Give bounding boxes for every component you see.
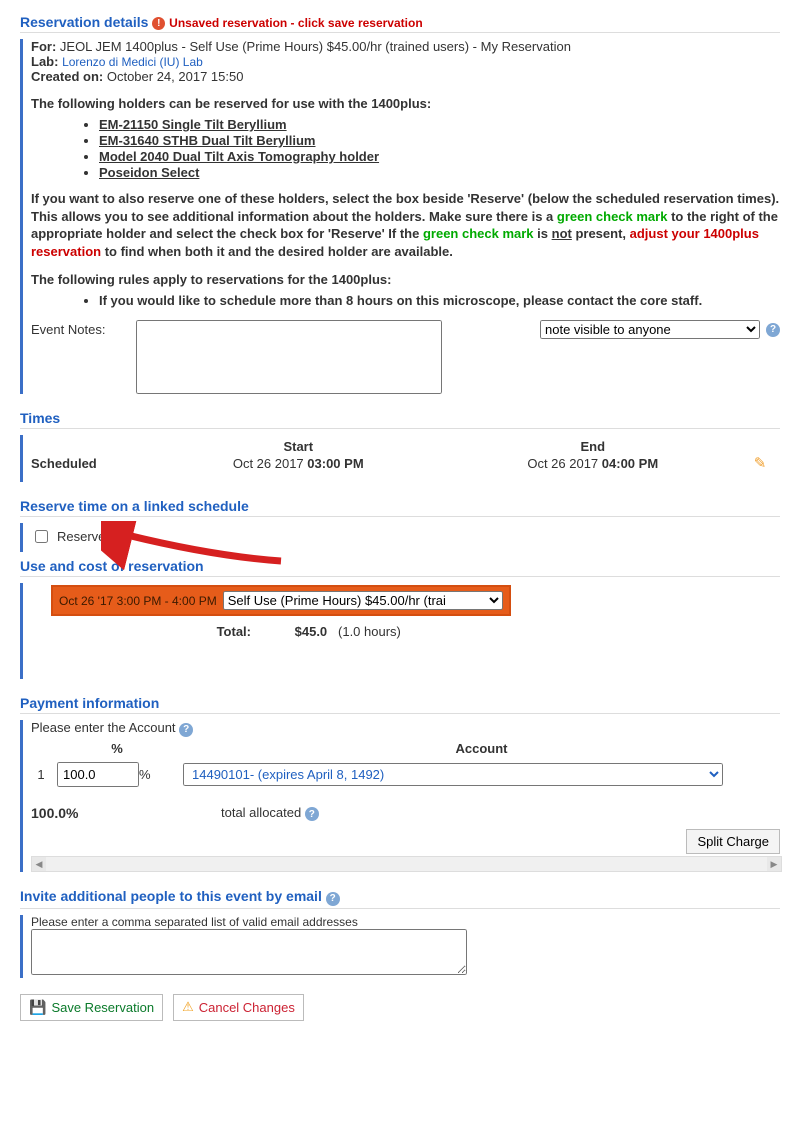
warning-icon: ⚠ [182, 999, 194, 1015]
help-icon[interactable]: ? [179, 723, 193, 737]
holders-list: EM-21150 Single Tilt Beryllium EM-31640 … [59, 117, 780, 180]
end-date: Oct 26 2017 [527, 456, 601, 471]
cancel-changes-button[interactable]: ⚠ Cancel Changes [173, 994, 304, 1021]
created-value: October 24, 2017 15:50 [103, 69, 243, 84]
help-icon[interactable]: ? [326, 892, 340, 906]
unsaved-warning: Unsaved reservation - click save reserva… [169, 16, 422, 30]
edit-times-icon[interactable]: ✎ [740, 454, 780, 472]
holder-item[interactable]: Poseidon Select [99, 165, 780, 180]
split-charge-button[interactable]: Split Charge [686, 829, 780, 854]
reservation-details-title: Reservation details ! Unsaved reservatio… [20, 14, 780, 30]
disk-icon: 💾 [29, 999, 46, 1016]
total-label: Total: [151, 624, 251, 639]
payment-title: Payment information [20, 695, 780, 711]
allocated-pct: 100.0% [31, 805, 161, 821]
linked-schedule-title: Reserve time on a linked schedule [20, 498, 780, 514]
total-value: $45.0 [295, 624, 328, 639]
event-notes-label: Event Notes: [31, 320, 126, 337]
holder-item[interactable]: Model 2040 Dual Tilt Axis Tomography hol… [99, 149, 780, 164]
invite-title: Invite additional people to this event b… [20, 888, 780, 906]
lab-link[interactable]: Lorenzo di Medici (IU) Lab [62, 55, 203, 69]
help-icon[interactable]: ? [766, 323, 780, 337]
cost-time-bar: Oct 26 '17 3:00 PM - 4:00 PM Self Use (P… [51, 585, 511, 616]
cost-body: Oct 26 '17 3:00 PM - 4:00 PM Self Use (P… [20, 583, 780, 679]
holder-item[interactable]: EM-31640 STHB Dual Tilt Beryllium [99, 133, 780, 148]
times-title: Times [20, 410, 780, 426]
reserve-label: Reserve [57, 529, 105, 544]
invite-instructions: Please enter a comma separated list of v… [31, 915, 780, 929]
account-select[interactable]: 14490101- (expires April 8, 1492) [183, 763, 723, 786]
holder-item[interactable]: EM-21150 Single Tilt Beryllium [99, 117, 780, 132]
start-head: Start [151, 439, 446, 454]
account-head: Account [183, 741, 780, 756]
pct-head: % [57, 741, 177, 756]
event-notes-textarea[interactable] [136, 320, 442, 394]
help-icon[interactable]: ? [305, 807, 319, 821]
rule-item: If you would like to schedule more than … [99, 293, 780, 308]
cost-rate-select[interactable]: Self Use (Prime Hours) $45.00/hr (trai [223, 591, 503, 610]
invite-body: Please enter a comma separated list of v… [20, 915, 780, 978]
horizontal-scrollbar[interactable] [31, 856, 782, 872]
reserve-checkbox[interactable] [35, 530, 48, 543]
times-body: Start End Scheduled Oct 26 2017 03:00 PM… [20, 435, 780, 482]
end-head: End [446, 439, 741, 454]
reservation-details-body: For: JEOL JEM 1400plus - Self Use (Prime… [20, 39, 780, 394]
rules-intro: The following rules apply to reservation… [31, 272, 780, 287]
alert-icon: ! [152, 17, 165, 30]
allocated-label: total allocated [221, 805, 301, 820]
cost-title: Use and cost of reservation [20, 558, 780, 574]
created-label: Created on: [31, 69, 103, 84]
linked-schedule-body: Reserve [20, 523, 780, 552]
pct-suffix: % [139, 767, 151, 782]
cost-time-range: Oct 26 '17 3:00 PM - 4:00 PM [59, 594, 217, 608]
scheduled-label: Scheduled [31, 456, 151, 471]
start-date: Oct 26 2017 [233, 456, 307, 471]
pct-input[interactable] [57, 762, 139, 787]
for-label: For: [31, 39, 56, 54]
end-time: 04:00 PM [602, 456, 658, 471]
instructions-text: If you want to also reserve one of these… [31, 190, 780, 260]
note-visibility-select[interactable]: note visible to anyone [540, 320, 760, 339]
save-reservation-button[interactable]: 💾 Save Reservation [20, 994, 163, 1021]
start-time: 03:00 PM [307, 456, 363, 471]
lab-label: Lab: [31, 54, 58, 69]
for-value: JEOL JEM 1400plus - Self Use (Prime Hour… [56, 39, 571, 54]
payment-body: Please enter the Account ? % Account 1 %… [20, 720, 780, 872]
row-index: 1 [31, 767, 51, 782]
enter-account-label: Please enter the Account [31, 720, 176, 735]
holders-intro: The following holders can be reserved fo… [31, 96, 780, 111]
invite-emails-textarea[interactable] [31, 929, 467, 975]
total-hours: (1.0 hours) [338, 624, 401, 639]
